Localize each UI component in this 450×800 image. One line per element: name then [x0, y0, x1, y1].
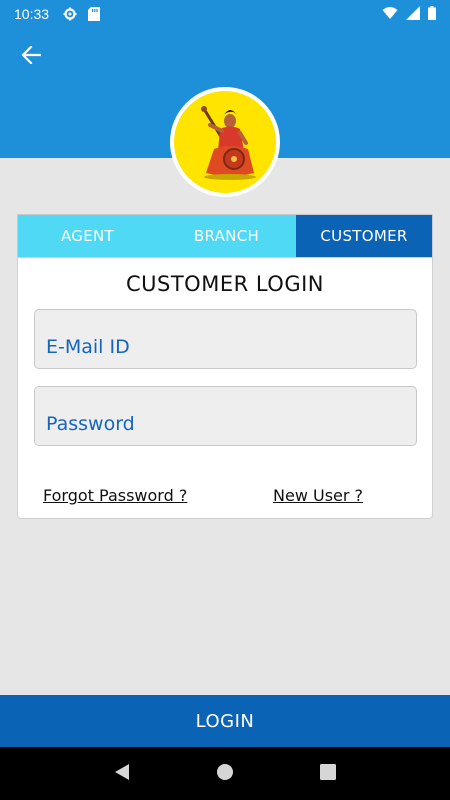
nav-back-button[interactable]: [110, 762, 134, 786]
tab-customer[interactable]: CUSTOMER: [296, 215, 432, 257]
system-nav-bar: [0, 747, 450, 800]
logo-avatar: [170, 87, 280, 197]
sd-card-icon: [87, 7, 101, 21]
password-input[interactable]: [46, 413, 416, 435]
new-user-link[interactable]: New User ?: [273, 486, 363, 505]
status-right-icons: [382, 5, 436, 23]
email-field[interactable]: [34, 309, 417, 369]
arrow-left-icon: [21, 45, 42, 68]
battery-icon: [428, 5, 436, 23]
tab-branch[interactable]: BRANCH: [157, 215, 296, 257]
login-card: CUSTOMER LOGIN Forgot Password ? New Use…: [17, 257, 433, 519]
tab-agent[interactable]: AGENT: [18, 215, 157, 257]
cell-signal-icon: [406, 5, 420, 23]
back-triangle-icon: [114, 763, 130, 785]
login-button[interactable]: LOGIN: [0, 695, 450, 747]
nav-recents-button[interactable]: [316, 762, 340, 786]
status-bar: 10:33: [0, 0, 450, 28]
forgot-password-link[interactable]: Forgot Password ?: [43, 486, 187, 505]
gear-icon: [63, 7, 77, 21]
email-input[interactable]: [46, 336, 416, 358]
password-field[interactable]: [34, 386, 417, 446]
logo-image: [174, 91, 276, 193]
card-title: CUSTOMER LOGIN: [125, 272, 325, 296]
home-circle-icon: [216, 763, 234, 785]
recents-square-icon: [320, 763, 337, 784]
status-time: 10:33: [14, 6, 50, 22]
back-button[interactable]: [16, 42, 46, 72]
wifi-icon: [382, 6, 398, 23]
nav-home-button[interactable]: [213, 762, 237, 786]
login-type-tabs: AGENT BRANCH CUSTOMER: [17, 214, 433, 257]
